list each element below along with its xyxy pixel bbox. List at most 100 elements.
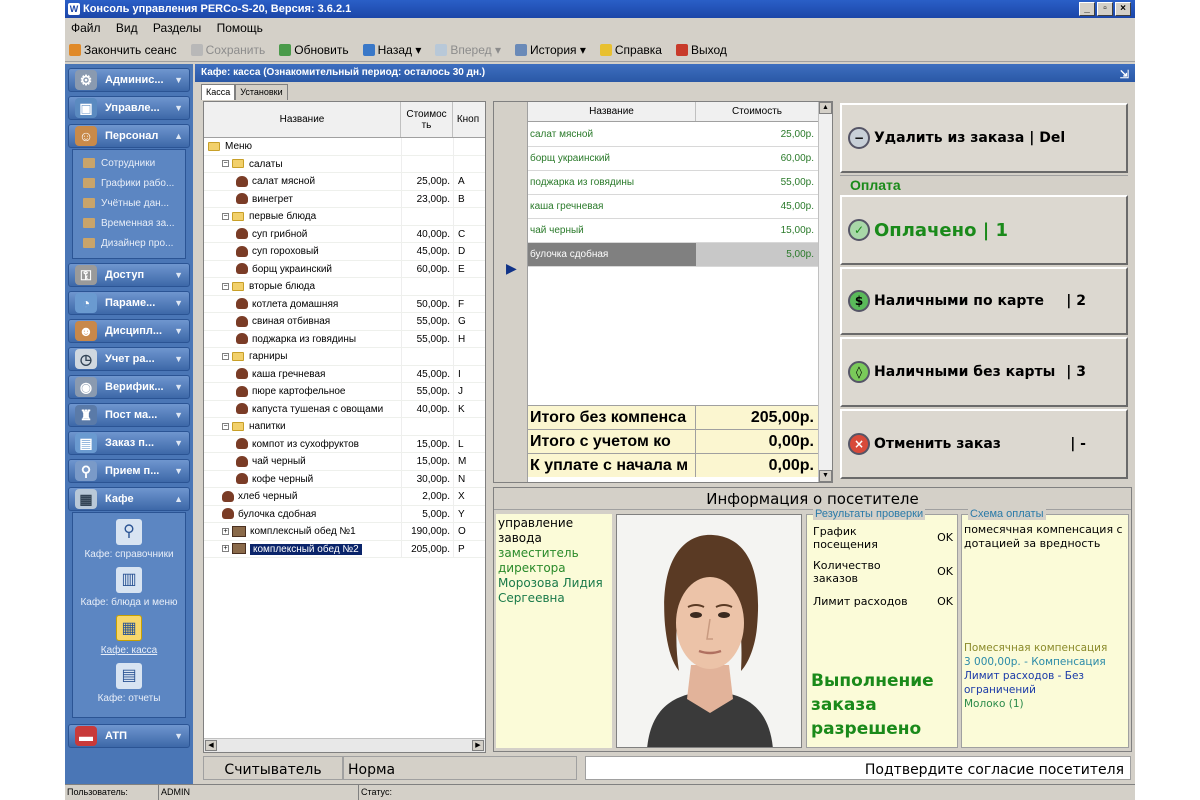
menu-tree-row[interactable]: Меню bbox=[204, 138, 485, 156]
menu-tree-row[interactable]: салат мясной 25,00р. A bbox=[204, 173, 485, 191]
submenu-cafe-reports[interactable]: ▤ Кафе: отчеты bbox=[73, 663, 185, 711]
submenu-temporary[interactable]: Временная за... bbox=[73, 214, 185, 234]
order-column-price[interactable]: Стоимость bbox=[696, 102, 818, 121]
menu-item-label: комплексный обед №2 bbox=[250, 543, 362, 555]
sidebar-item-verification[interactable]: ◉ Верифик... ▼ bbox=[68, 375, 190, 399]
menu-item-hotkey: O bbox=[453, 523, 483, 540]
menu-tree-row[interactable]: чай черный 15,00р. M bbox=[204, 453, 485, 471]
refresh-button[interactable]: Обновить bbox=[279, 43, 349, 57]
menu-tree-row[interactable]: борщ украинский 60,00р. E bbox=[204, 260, 485, 278]
maximize-button[interactable]: ▫ bbox=[1097, 2, 1113, 16]
cash-by-card-button[interactable]: $ Наличными по карте | 2 bbox=[840, 267, 1128, 335]
menu-tree-row[interactable]: винегрет 23,00р. B bbox=[204, 190, 485, 208]
submenu-cafe-cashier[interactable]: ▦ Кафе: касса bbox=[73, 615, 185, 663]
menu-tree-row[interactable]: кофе черный 30,00р. N bbox=[204, 470, 485, 488]
checkmark-icon: ✓ bbox=[848, 219, 870, 241]
cancel-order-button[interactable]: × Отменить заказ | - bbox=[840, 409, 1128, 479]
menu-tree-row[interactable]: булочка сдобная 5,00р. Y bbox=[204, 505, 485, 523]
tab-settings[interactable]: Установки bbox=[235, 84, 288, 100]
collapse-icon[interactable]: − bbox=[222, 422, 229, 430]
menu-tree-row[interactable]: − вторые блюда bbox=[204, 278, 485, 296]
sidebar-item-worktime[interactable]: ◷ Учет ра... ▼ bbox=[68, 347, 190, 371]
collapse-icon[interactable]: − bbox=[222, 160, 229, 168]
scroll-left-icon[interactable]: ◀ bbox=[205, 740, 217, 751]
minus-circle-icon: − bbox=[848, 127, 870, 149]
collapse-icon[interactable]: − bbox=[222, 282, 229, 290]
forward-button[interactable]: Вперед ▾ bbox=[435, 43, 501, 57]
order-row[interactable]: булочка сдобная 5,00р. bbox=[528, 243, 818, 267]
monitor-icon: ▣ bbox=[75, 98, 97, 118]
sidebar-item-reception[interactable]: ⚲ Прием п... ▼ bbox=[68, 459, 190, 483]
order-column-name[interactable]: Название bbox=[528, 102, 696, 121]
scroll-up-icon[interactable]: ▲ bbox=[819, 102, 832, 114]
sidebar-item-guard-post[interactable]: ♜ Пост ма... ▼ bbox=[68, 403, 190, 427]
sidebar-item-params[interactable]: ◔ Параме... ▼ bbox=[68, 291, 190, 315]
menu-sections[interactable]: Разделы bbox=[153, 21, 201, 35]
submenu-accounts[interactable]: Учётные дан... bbox=[73, 194, 185, 214]
tab-cashier[interactable]: Касса bbox=[201, 84, 236, 100]
submenu-cafe-directories[interactable]: ⚲ Кафе: справочники bbox=[73, 519, 185, 567]
menu-tree-row[interactable]: + комплексный обед №1 190,00р. O bbox=[204, 523, 485, 541]
remove-from-order-button[interactable]: − Удалить из заказа | Del bbox=[840, 103, 1128, 173]
menu-view[interactable]: Вид bbox=[116, 21, 138, 35]
column-header-key[interactable]: Кноп bbox=[453, 102, 483, 137]
submenu-employees[interactable]: Сотрудники bbox=[73, 154, 185, 174]
menu-tree-row[interactable]: котлета домашняя 50,00р. F bbox=[204, 295, 485, 313]
expand-icon[interactable]: + bbox=[222, 527, 229, 535]
order-row[interactable]: чай черный 15,00р. bbox=[528, 219, 818, 243]
order-row[interactable]: каша гречневая 45,00р. bbox=[528, 195, 818, 219]
expand-icon[interactable]: + bbox=[222, 545, 229, 553]
history-button[interactable]: История ▾ bbox=[514, 43, 586, 57]
menu-tree-row[interactable]: суп грибной 40,00р. C bbox=[204, 225, 485, 243]
sidebar-item-admin[interactable]: ⚙ Админис... ▼ bbox=[68, 68, 190, 92]
menu-tree-row[interactable]: хлеб черный 2,00р. X bbox=[204, 488, 485, 506]
horizontal-scrollbar[interactable]: ◀ ▶ bbox=[204, 738, 485, 752]
order-row[interactable]: салат мясной 25,00р. bbox=[528, 123, 818, 147]
cash-without-card-button[interactable]: ◊ Наличными без карты | 3 bbox=[840, 337, 1128, 407]
submenu-schedules[interactable]: Графики рабо... bbox=[73, 174, 185, 194]
sidebar-item-cafe[interactable]: ▦ Кафе ▲ bbox=[68, 487, 190, 511]
minimize-button[interactable]: _ bbox=[1079, 2, 1095, 16]
sidebar-item-access[interactable]: ⚿ Доступ ▼ bbox=[68, 263, 190, 287]
menu-help[interactable]: Помощь bbox=[217, 21, 263, 35]
menu-tree-row[interactable]: поджарка из говядины 55,00р. H bbox=[204, 330, 485, 348]
submenu-cafe-dishes[interactable]: ▥ Кафе: блюда и меню bbox=[73, 567, 185, 615]
save-button[interactable]: Сохранить bbox=[190, 43, 265, 57]
menu-tree-row[interactable]: суп гороховый 45,00р. D bbox=[204, 243, 485, 261]
menu-tree-row[interactable]: свиная отбивная 55,00р. G bbox=[204, 313, 485, 331]
menu-tree-row[interactable]: капуста тушеная с овощами 40,00р. K bbox=[204, 400, 485, 418]
menu-tree-row[interactable]: − гарниры bbox=[204, 348, 485, 366]
menu-tree-row[interactable]: компот из сухофруктов 15,00р. L bbox=[204, 435, 485, 453]
menu-tree-row[interactable]: − напитки bbox=[204, 418, 485, 436]
menu-tree-row[interactable]: − первые блюда bbox=[204, 208, 485, 226]
menu-tree-row[interactable]: + комплексный обед №2 205,00р. P bbox=[204, 540, 485, 558]
menu-tree-row[interactable]: − салаты bbox=[204, 155, 485, 173]
guard-icon: ♜ bbox=[75, 405, 97, 425]
column-header-price[interactable]: Стоимос ть bbox=[401, 102, 453, 137]
exit-button[interactable]: Выход bbox=[675, 43, 727, 57]
sidebar-item-discipline[interactable]: ☻ Дисципл... ▼ bbox=[68, 319, 190, 343]
menu-tree-row[interactable]: пюре картофельное 55,00р. J bbox=[204, 383, 485, 401]
sidebar-item-personnel[interactable]: ☺ Персонал ▲ bbox=[68, 124, 190, 148]
pin-icon[interactable]: ⇲ bbox=[1120, 66, 1129, 84]
menu-tree-row[interactable]: каша гречневая 45,00р. I bbox=[204, 365, 485, 383]
menu-file[interactable]: Файл bbox=[71, 21, 101, 35]
sidebar-item-pass-order[interactable]: ▤ Заказ п... ▼ bbox=[68, 431, 190, 455]
sidebar-item-atp[interactable]: ▬ АТП ▼ bbox=[68, 724, 190, 748]
submenu-designer[interactable]: Дизайнер про... bbox=[73, 234, 185, 254]
back-button[interactable]: Назад ▾ bbox=[362, 43, 421, 57]
end-session-button[interactable]: Закончить сеанс bbox=[69, 43, 177, 57]
scroll-down-icon[interactable]: ▼ bbox=[819, 470, 832, 482]
collapse-icon[interactable]: − bbox=[222, 352, 229, 360]
sidebar-item-control[interactable]: ▣ Управле... ▼ bbox=[68, 96, 190, 120]
scroll-right-icon[interactable]: ▶ bbox=[472, 740, 484, 751]
chevron-down-icon: ▼ bbox=[174, 75, 183, 85]
order-row[interactable]: борщ украинский 60,00р. bbox=[528, 147, 818, 171]
close-button[interactable]: × bbox=[1115, 2, 1131, 16]
column-header-name[interactable]: Название bbox=[204, 102, 401, 137]
vertical-scrollbar[interactable]: ▲ ▼ bbox=[818, 102, 832, 482]
order-row[interactable]: поджарка из говядины 55,00р. bbox=[528, 171, 818, 195]
collapse-icon[interactable]: − bbox=[222, 212, 229, 220]
paid-button[interactable]: ✓ Оплачено | 1 bbox=[840, 195, 1128, 265]
help-button[interactable]: Справка bbox=[599, 43, 662, 57]
